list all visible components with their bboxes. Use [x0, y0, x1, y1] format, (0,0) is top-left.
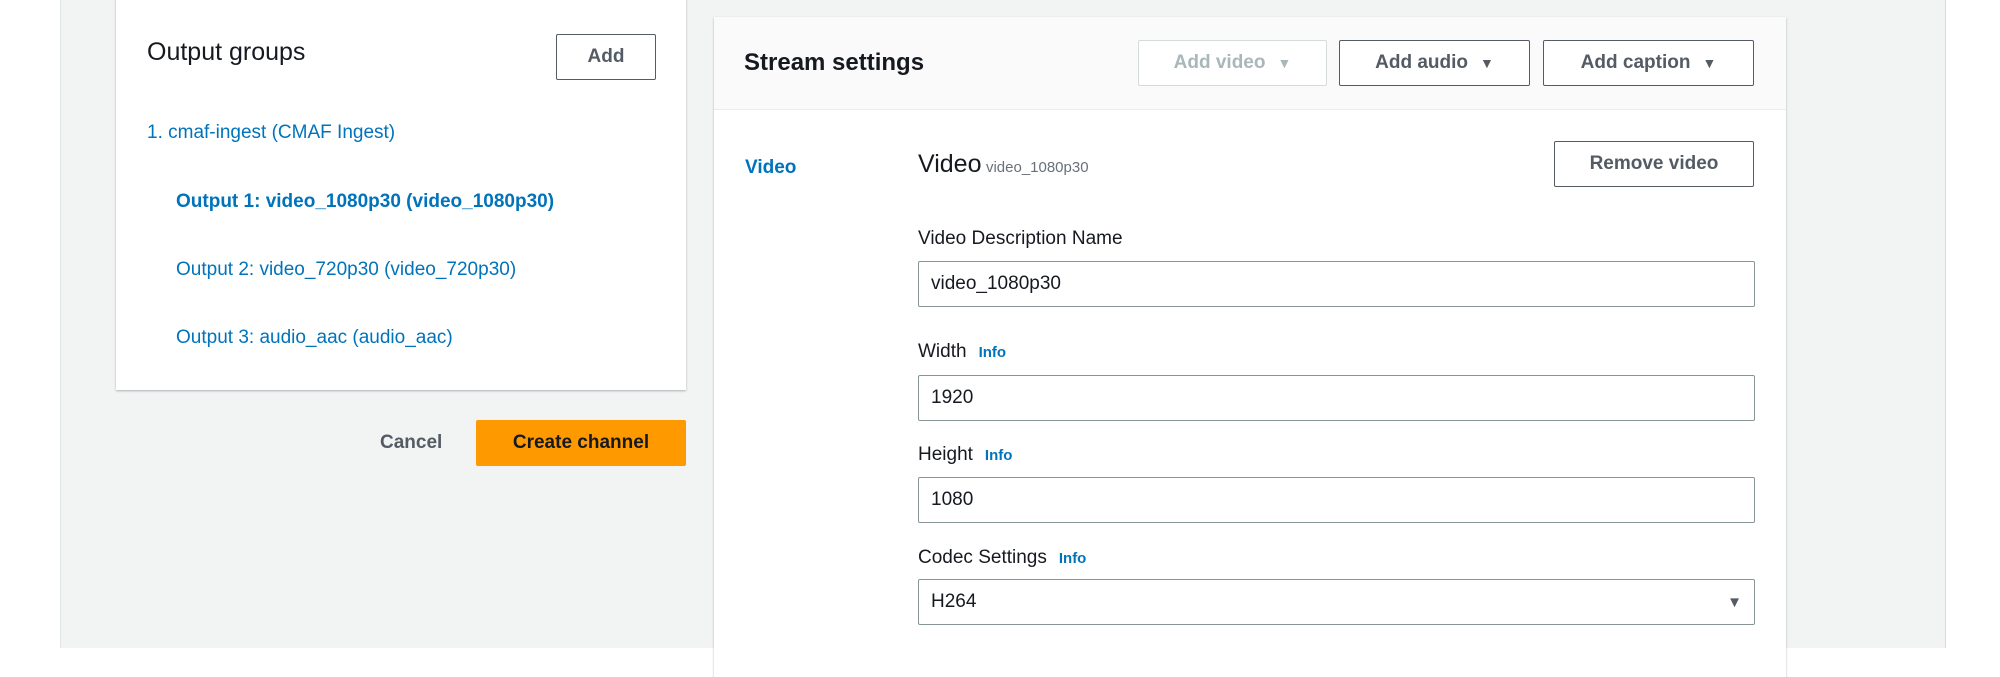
- create-channel-button[interactable]: Create channel: [476, 420, 686, 466]
- remove-video-button[interactable]: Remove video: [1554, 141, 1754, 187]
- add-caption-label: Add caption: [1580, 52, 1691, 73]
- width-label: Width: [918, 341, 967, 362]
- caret-down-icon: ▼: [1480, 55, 1494, 71]
- codec-settings-select[interactable]: H264 ▼: [918, 579, 1755, 625]
- video-description-name-input[interactable]: video_1080p30: [918, 261, 1755, 307]
- video-section-subtitle: video_1080p30: [985, 159, 1089, 176]
- output-link-2[interactable]: Output 2: video_720p30 (video_720p30): [176, 259, 516, 281]
- video-section-heading: Video video_1080p30: [918, 150, 1089, 179]
- add-video-label: Add video: [1173, 52, 1266, 73]
- output-link-3[interactable]: Output 3: audio_aac (audio_aac): [176, 327, 453, 349]
- codec-info-link[interactable]: Info: [1059, 550, 1087, 567]
- add-caption-button[interactable]: Add caption ▼: [1543, 40, 1754, 86]
- width-input[interactable]: 1920: [918, 375, 1755, 421]
- codec-settings-label: Codec Settings: [918, 547, 1047, 568]
- height-input[interactable]: 1080: [918, 477, 1755, 523]
- add-video-button: Add video ▼: [1138, 40, 1327, 86]
- output-groups-panel: Output groups Add 1. cmaf-ingest (CMAF I…: [116, 0, 686, 390]
- height-info-link[interactable]: Info: [985, 447, 1013, 464]
- cancel-button[interactable]: Cancel: [380, 432, 442, 454]
- width-label-row: Width Info: [918, 341, 1006, 363]
- video-section-title: Video: [918, 150, 982, 178]
- width-info-link[interactable]: Info: [979, 344, 1007, 361]
- caret-down-icon: ▼: [1702, 55, 1717, 71]
- stream-settings-panel: Stream settings Video Video video_1080p3…: [714, 17, 1786, 677]
- height-label: Height: [918, 444, 973, 465]
- caret-down-icon: ▼: [1277, 55, 1292, 71]
- output-group-link[interactable]: 1. cmaf-ingest (CMAF Ingest): [147, 122, 395, 144]
- height-label-row: Height Info: [918, 444, 1012, 466]
- output-link-1[interactable]: Output 1: video_1080p30 (video_1080p30): [176, 191, 554, 213]
- add-audio-button[interactable]: Add audio ▼: [1339, 40, 1530, 86]
- output-groups-title: Output groups: [147, 38, 306, 66]
- video-description-name-label: Video Description Name: [918, 228, 1123, 249]
- add-output-group-button[interactable]: Add: [556, 34, 656, 80]
- nav-video-link[interactable]: Video: [745, 157, 796, 179]
- codec-value: H264: [931, 591, 977, 612]
- caret-down-icon: ▼: [1727, 593, 1742, 611]
- stream-settings-title: Stream settings: [744, 49, 925, 76]
- add-audio-label: Add audio: [1375, 52, 1469, 73]
- codec-label-row: Codec Settings Info: [918, 547, 1086, 569]
